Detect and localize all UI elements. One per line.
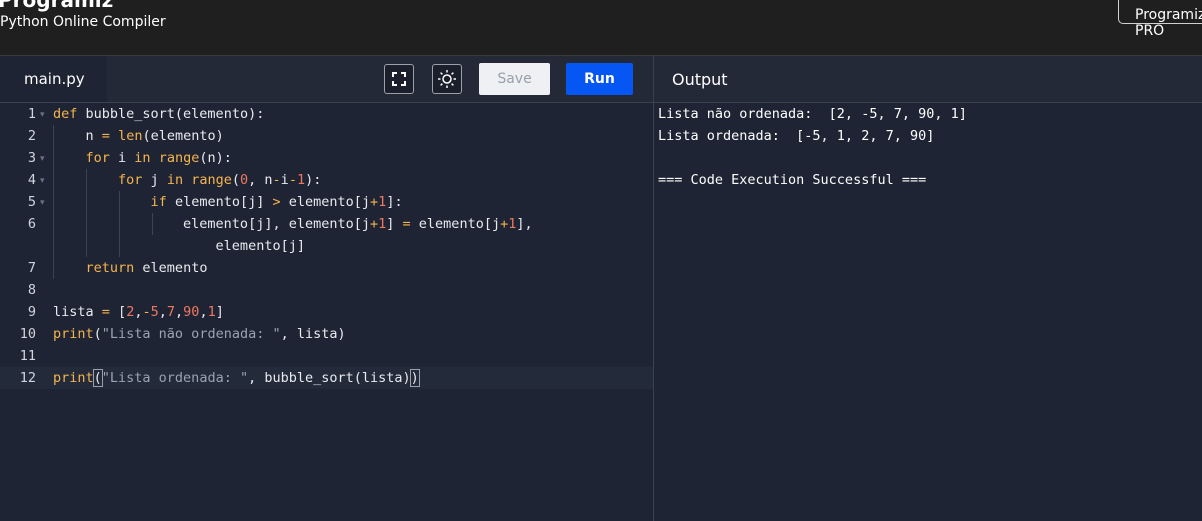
code-text: n = len(elemento) xyxy=(53,128,224,144)
code-line[interactable]: 5 ▾ if elemento[j] > elemento[j+1]: xyxy=(0,191,653,213)
output-title: Output xyxy=(672,70,728,89)
line-number: 8 xyxy=(27,282,36,298)
fold-arrow-icon[interactable]: ▾ xyxy=(40,103,45,125)
code-text: lista = [2,-5,7,90,1] xyxy=(53,304,224,320)
fullscreen-icon xyxy=(392,72,406,86)
code-text: elemento[j] xyxy=(53,238,305,254)
fold-arrow-icon[interactable]: ▾ xyxy=(40,147,45,169)
code-line[interactable]: 2 n = len(elemento) xyxy=(0,125,653,147)
code-text: return elemento xyxy=(85,260,208,276)
code-text: def bubble_sort(elemento): xyxy=(53,106,265,122)
code-line[interactable]: 7 return elemento xyxy=(0,257,653,279)
line-number: 9 xyxy=(27,304,36,320)
code-text: elemento[j], elemento[j+1] = elemento[j+… xyxy=(53,216,533,232)
line-number: 10 xyxy=(19,326,36,342)
line-number: 4 xyxy=(27,172,36,188)
save-button[interactable]: Save xyxy=(479,63,550,95)
code-line[interactable]: 10 print("Lista não ordenada: ", lista) xyxy=(0,323,653,345)
theme-toggle-button[interactable] xyxy=(432,64,462,94)
output-header: Output xyxy=(654,56,1202,103)
code-text: for i in range(n): xyxy=(85,150,232,166)
tab-label: main.py xyxy=(24,70,85,88)
run-button[interactable]: Run xyxy=(566,63,633,95)
fullscreen-button[interactable] xyxy=(384,64,414,94)
tab-main-py[interactable]: main.py xyxy=(0,56,107,102)
code-line[interactable]: 11 xyxy=(0,345,653,367)
code-line-active[interactable]: 12 print("Lista ordenada: ", bubble_sort… xyxy=(0,367,653,389)
code-text: if elemento[j] > elemento[j+1]: xyxy=(150,194,403,210)
fold-arrow-icon[interactable]: ▾ xyxy=(40,191,45,213)
programiz-pro-button[interactable]: Programiz PRO xyxy=(1118,0,1202,39)
line-number: 7 xyxy=(27,260,36,276)
code-line[interactable]: 8 xyxy=(0,279,653,301)
brand-logo-text[interactable]: Programiz xyxy=(0,0,113,12)
line-number: 11 xyxy=(19,348,36,364)
output-console[interactable]: Lista não ordenada: [2, -5, 7, 90, 1] Li… xyxy=(654,103,1202,521)
code-line[interactable]: elemento[j] xyxy=(0,235,653,257)
code-text: print("Lista ordenada: ", bubble_sort(li… xyxy=(53,369,420,387)
top-header: Programiz Python Online Compiler Program… xyxy=(0,0,1202,56)
fold-arrow-icon[interactable]: ▾ xyxy=(40,169,45,191)
output-line: === Code Execution Successful === xyxy=(658,172,927,188)
theme-sun-icon xyxy=(438,70,456,88)
code-line[interactable]: 3 ▾ for i in range(n): xyxy=(0,147,653,169)
page-subtitle: Python Online Compiler xyxy=(0,14,166,30)
line-number: 5 xyxy=(27,194,36,210)
line-number: 6 xyxy=(27,216,36,232)
code-line[interactable]: 9 lista = [2,-5,7,90,1] xyxy=(0,301,653,323)
line-number: 12 xyxy=(19,370,36,386)
output-line: Lista não ordenada: [2, -5, 7, 90, 1] xyxy=(658,106,967,122)
code-line[interactable]: 6 elemento[j], elemento[j+1] = elemento[… xyxy=(0,213,653,235)
line-number: 1 xyxy=(27,106,36,122)
line-number: 2 xyxy=(27,128,36,144)
code-line[interactable]: 1 ▾ def bubble_sort(elemento): xyxy=(0,103,653,125)
editor-toolbar: main.py Save Run xyxy=(0,56,653,103)
code-text: for j in range(0, n-i-1): xyxy=(118,172,322,188)
output-line: Lista ordenada: [-5, 1, 2, 7, 90] xyxy=(658,128,935,144)
code-editor[interactable]: 1 ▾ def bubble_sort(elemento): 2 n = len… xyxy=(0,103,653,521)
line-number: 3 xyxy=(27,150,36,166)
code-line[interactable]: 4 ▾ for j in range(0, n-i-1): xyxy=(0,169,653,191)
code-text: print("Lista não ordenada: ", lista) xyxy=(53,326,346,342)
